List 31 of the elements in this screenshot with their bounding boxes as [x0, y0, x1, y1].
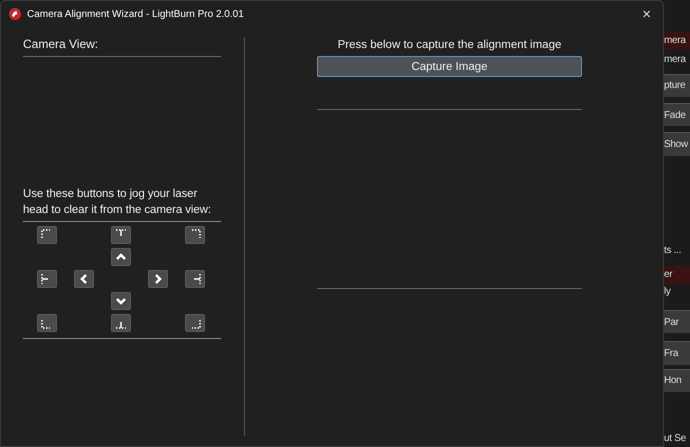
- jog-button[interactable]: [185, 270, 205, 288]
- jog-button[interactable]: [111, 314, 131, 332]
- jog-button[interactable]: [111, 226, 131, 244]
- background-header: er: [664, 266, 690, 284]
- background-label: mera: [664, 52, 687, 67]
- background-button[interactable]: pture: [664, 74, 690, 97]
- close-button[interactable]: ×: [638, 6, 655, 22]
- capture-prompt: Press below to capture the alignment image: [336, 39, 562, 51]
- background-button[interactable]: Fade: [664, 102, 690, 126]
- jog-button[interactable]: [37, 314, 57, 332]
- jog-instructions: Use these buttons to jog your laser head to clear it from the camera view:: [23, 186, 221, 222]
- background-button[interactable]: Hon: [664, 368, 690, 392]
- jog-button[interactable]: [111, 292, 131, 310]
- background-label: ly: [664, 285, 672, 300]
- jog-button[interactable]: [185, 226, 205, 244]
- background-button[interactable]: Show: [664, 132, 690, 156]
- background-label: ut Se: [664, 432, 687, 446]
- jog-button[interactable]: [74, 270, 94, 288]
- camera-view-label: Camera View:: [23, 37, 221, 57]
- jog-button[interactable]: [185, 314, 205, 332]
- jog-button[interactable]: [148, 270, 168, 288]
- background-button[interactable]: Par: [664, 310, 690, 334]
- background-header: mera: [664, 32, 690, 49]
- jog-button[interactable]: [111, 248, 131, 266]
- background-button[interactable]: Fra: [664, 341, 690, 365]
- background-label: ts ...: [664, 244, 682, 258]
- app-logo-icon: [9, 8, 21, 20]
- jog-button[interactable]: [37, 270, 57, 288]
- window-title: Camera Alignment Wizard - LightBurn Pro 2.0.01: [27, 8, 245, 20]
- jog-button[interactable]: [37, 226, 57, 244]
- capture-image-button[interactable]: Capture Image: [317, 56, 582, 77]
